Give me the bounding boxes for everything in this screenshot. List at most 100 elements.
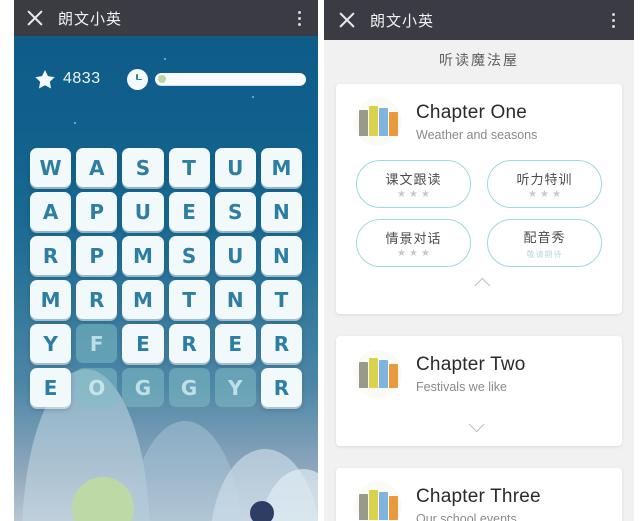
page-title: 听读魔法屋 (439, 53, 519, 69)
chapter-subtitle: Weather and seasons (416, 128, 538, 142)
letter-tile[interactable]: U (214, 236, 256, 275)
letter-tile[interactable]: R (260, 324, 302, 363)
letter-tile[interactable]: R (168, 324, 210, 363)
action-button-text-reading[interactable]: 课文跟读 ★ ★ ★ (356, 160, 471, 208)
action-button-listening-training[interactable]: 听力特训 ★ ★ ★ (487, 160, 602, 208)
action-button-situational-dialogue[interactable]: 情景对话 ★ ★ ★ (356, 219, 471, 267)
more-vertical-icon[interactable] (290, 7, 308, 29)
game-hud: 4833 (34, 66, 306, 92)
chapter-actions: 课文跟读 ★ ★ ★ 听力特训 ★ ★ ★ 情景对话 ★ ★ ★ 配音秀 敬请期待 (336, 146, 622, 267)
thumbnail-bar (368, 106, 378, 136)
letter-tile[interactable]: S (214, 192, 256, 231)
letter-tile[interactable]: E (122, 324, 164, 363)
letter-tile[interactable]: S (122, 148, 164, 187)
thumbnail-bar (378, 492, 388, 520)
letter-tile[interactable]: M (260, 148, 302, 187)
star-icon (34, 69, 56, 90)
chapter-subtitle: Festivals we like (416, 380, 507, 394)
letter-tile[interactable]: W (30, 148, 72, 187)
avatar-secondary (250, 501, 274, 521)
close-icon[interactable] (336, 9, 358, 31)
letter-tile[interactable]: A (76, 148, 118, 187)
close-icon[interactable] (24, 7, 46, 29)
chapter-title: Chapter Two (416, 354, 526, 375)
letter-tile[interactable]: U (214, 148, 256, 187)
star-score: 4833 (63, 70, 101, 87)
letter-tile[interactable]: G (168, 368, 210, 407)
letter-tile[interactable]: M (122, 236, 164, 275)
letter-grid[interactable]: WASTUMAPUESNRPMSUNMRMTNTYFEREREOGGYR (30, 148, 302, 407)
thumbnail-bar (388, 112, 398, 136)
letter-tile[interactable]: Y (214, 368, 256, 407)
letter-tile[interactable]: E (30, 368, 72, 407)
left-title-bar: 朗文小英 (14, 0, 318, 36)
right-title-bar: 朗文小英 (324, 0, 634, 40)
thumbnail-bar (388, 364, 398, 388)
letter-tile[interactable]: N (214, 280, 256, 319)
letter-tile[interactable]: T (168, 148, 210, 187)
action-button-dubbing-show[interactable]: 配音秀 敬请期待 (487, 219, 602, 267)
thumbnail-bars (354, 98, 402, 146)
chapter-header[interactable]: Chapter Three Our school events (336, 468, 622, 521)
game-canvas: 4833 WASTUMAPUESNRPMSUNMRMTNTYFEREREOGGY… (14, 36, 318, 521)
rating-stars: ★ ★ ★ (528, 188, 561, 200)
right-panel-chapter-list: 朗文小英 听读魔法屋 Chapter One Weather and seaso… (318, 0, 640, 521)
letter-tile[interactable]: R (30, 236, 72, 275)
letter-tile[interactable]: A (30, 192, 72, 231)
letter-tile[interactable]: Y (30, 324, 72, 363)
thumbnail-bars (354, 350, 402, 398)
chapter-subtitle: Our school events (416, 512, 517, 521)
chapter-list-scroll[interactable]: 朗文小英 听读魔法屋 Chapter One Weather and seaso… (324, 0, 634, 521)
sparkle-decoration (164, 58, 166, 60)
action-label: 情景对话 (385, 231, 442, 247)
chapter-thumbnail-icon (354, 98, 402, 146)
thumbnail-bar (368, 490, 378, 520)
letter-tile[interactable]: M (30, 280, 72, 319)
letter-tile[interactable]: R (76, 280, 118, 319)
letter-tile[interactable]: P (76, 192, 118, 231)
letter-tile[interactable]: N (260, 192, 302, 231)
letter-tile[interactable]: P (76, 236, 118, 275)
thumbnail-bar (378, 108, 388, 136)
clock-icon (126, 68, 148, 90)
progress-thumb[interactable] (157, 75, 166, 83)
letter-tile[interactable]: O (76, 368, 118, 407)
chevron-down-icon[interactable] (336, 412, 622, 436)
letter-tile[interactable]: E (214, 324, 256, 363)
letter-tile[interactable]: G (122, 368, 164, 407)
letter-tile[interactable]: U (122, 192, 164, 231)
letter-tile[interactable]: T (168, 280, 210, 319)
app-screenshot: 4833 WASTUMAPUESNRPMSUNMRMTNTYFEREREOGGY… (0, 0, 640, 521)
chevron-up-icon[interactable] (336, 273, 622, 297)
rating-stars: ★ ★ ★ (397, 247, 430, 259)
left-panel-word-game: 4833 WASTUMAPUESNRPMSUNMRMTNTYFEREREOGGY… (0, 0, 318, 521)
chapter-card[interactable]: Chapter Two Festivals we like (336, 336, 622, 446)
sparkle-decoration (252, 96, 254, 98)
chapter-title: Chapter Three (416, 486, 541, 507)
action-label: 听力特训 (516, 172, 573, 188)
letter-tile[interactable]: F (76, 324, 118, 363)
thumbnail-bar (388, 496, 398, 520)
letter-tile[interactable]: M (122, 280, 164, 319)
coming-soon-note: 敬请期待 (526, 249, 563, 259)
action-label: 课文跟读 (385, 172, 442, 188)
thumbnail-bars (354, 482, 402, 521)
chapter-title: Chapter One (416, 102, 527, 123)
rating-stars: ★ ★ ★ (397, 188, 430, 200)
thumbnail-bar (358, 494, 368, 520)
time-progress-bar (154, 72, 306, 86)
chapter-card[interactable]: Chapter One Weather and seasons 课文跟读 ★ ★ ★… (336, 84, 622, 314)
thumbnail-bar (378, 360, 388, 388)
chapter-card[interactable]: Chapter Three Our school events (336, 468, 622, 521)
chapter-header[interactable]: Chapter Two Festivals we like (336, 336, 622, 398)
action-label: 配音秀 (523, 230, 566, 246)
letter-tile[interactable]: R (260, 368, 302, 407)
chapter-text: Chapter Two Festivals we like (416, 354, 526, 394)
chapter-header[interactable]: Chapter One Weather and seasons (336, 84, 622, 146)
letter-tile[interactable]: T (260, 280, 302, 319)
letter-tile[interactable]: S (168, 236, 210, 275)
letter-tile[interactable]: N (260, 236, 302, 275)
letter-tile[interactable]: E (168, 192, 210, 231)
more-vertical-icon[interactable] (604, 9, 622, 31)
right-app-title: 朗文小英 (370, 11, 435, 30)
